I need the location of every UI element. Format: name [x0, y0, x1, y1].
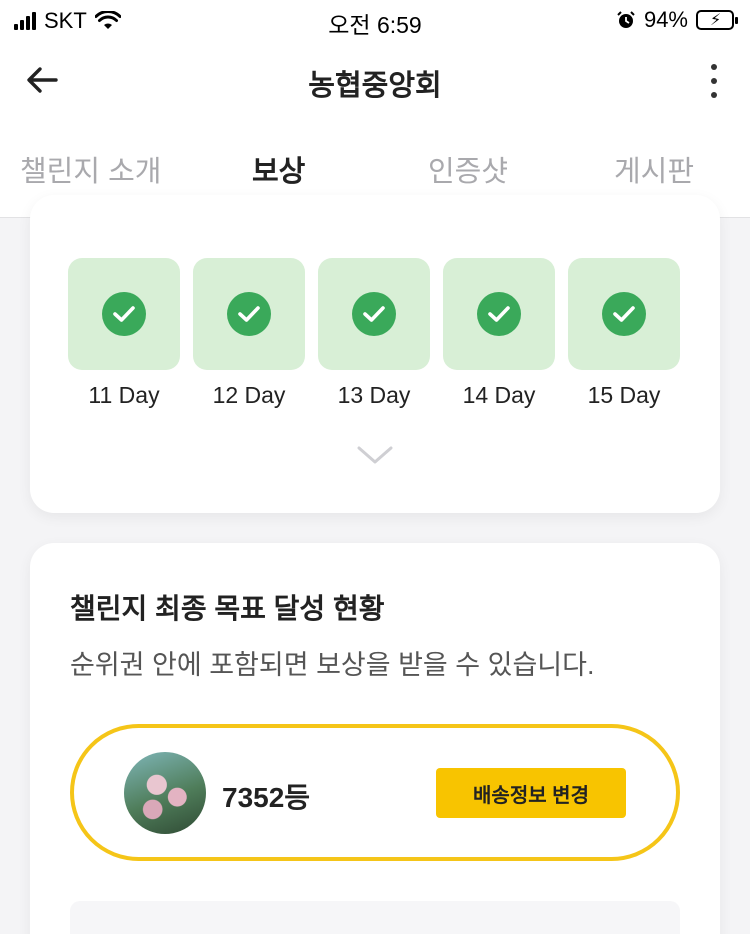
check-icon: [227, 292, 271, 336]
day-item: 11 Day: [68, 258, 180, 409]
day-item: 15 Day: [568, 258, 680, 409]
rank-value: 7352등: [222, 782, 311, 813]
tab-board[interactable]: 게시판: [614, 148, 694, 190]
daily-progress-card: 11 Day 12 Day 13 Day 14 Day 15 Day: [30, 195, 720, 513]
change-shipping-info-button[interactable]: 배송정보 변경: [436, 768, 626, 818]
goal-title: 챌린지 최종 목표 달성 현황: [70, 593, 385, 624]
goal-status-card: 챌린지 최종 목표 달성 현황 순위권 안에 포함되면 보상을 받을 수 있습니…: [30, 543, 720, 934]
day-label: 11 Day: [88, 382, 160, 408]
day-item: 13 Day: [318, 258, 430, 409]
goal-description: 순위권 안에 포함되면 보상을 받을 수 있습니다.: [70, 650, 595, 680]
tab-challenge-intro[interactable]: 챌린지 소개: [20, 148, 161, 190]
rank-panel: 7352등 배송정보 변경: [70, 724, 680, 861]
check-icon: [602, 292, 646, 336]
chevron-down-icon[interactable]: [355, 440, 395, 470]
day-box: [568, 258, 680, 370]
avatar: [124, 752, 206, 834]
day-label: 14 Day: [462, 382, 536, 408]
check-icon: [102, 292, 146, 336]
status-bar: SKT 오전 6:59 94% ⚡: [0, 0, 750, 40]
day-list: 11 Day 12 Day 13 Day 14 Day 15 Day: [68, 258, 680, 409]
app-header: 농협중앙회: [0, 40, 750, 122]
day-box: [318, 258, 430, 370]
day-label: 12 Day: [212, 382, 286, 408]
battery-charging-icon: ⚡: [696, 10, 738, 30]
day-item: 14 Day: [443, 258, 555, 409]
page-title: 농협중앙회: [308, 70, 442, 102]
battery-percent: 94%: [643, 7, 688, 32]
alarm-icon: [617, 11, 635, 28]
more-vertical-icon[interactable]: [708, 64, 720, 98]
tab-reward[interactable]: 보상: [252, 148, 305, 190]
check-icon: [477, 292, 521, 336]
day-box: [193, 258, 305, 370]
tab-proof-shot[interactable]: 인증샷: [428, 148, 508, 190]
day-label: 13 Day: [337, 382, 411, 408]
day-label: 15 Day: [587, 382, 661, 408]
day-box: [443, 258, 555, 370]
ranking-list-placeholder: [70, 901, 680, 934]
status-right: 94% ⚡: [616, 7, 738, 33]
day-item: 12 Day: [193, 258, 305, 409]
day-box: [68, 258, 180, 370]
check-icon: [352, 292, 396, 336]
